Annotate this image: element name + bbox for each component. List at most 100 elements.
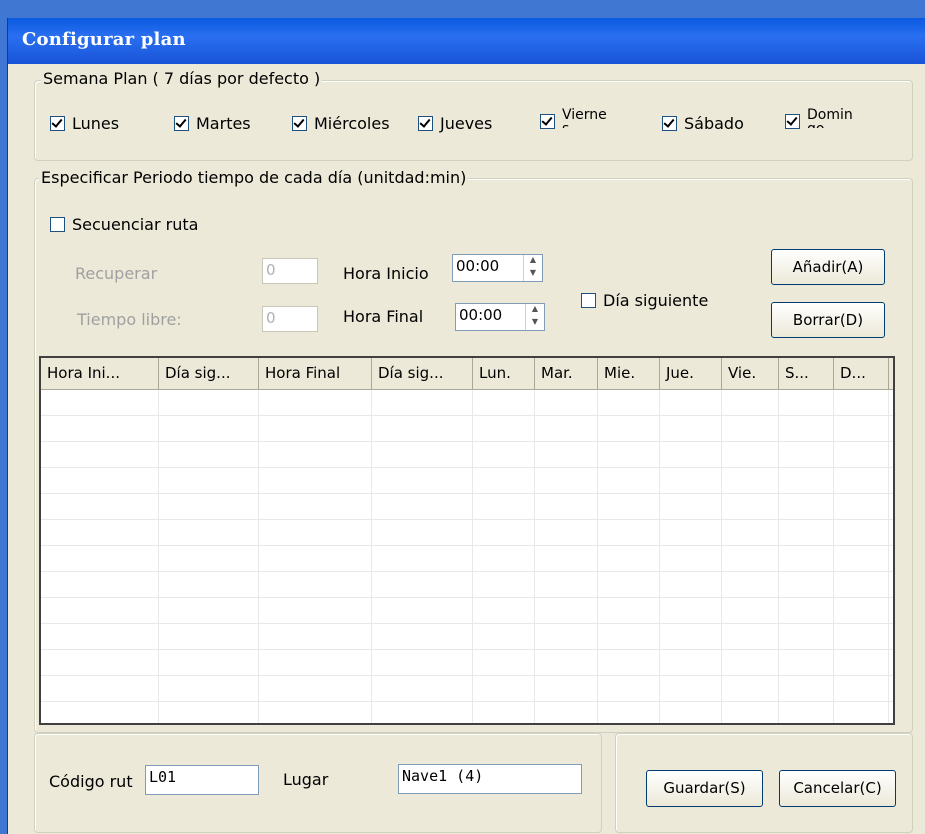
table-cell[interactable] xyxy=(660,494,722,519)
table-cell[interactable] xyxy=(834,676,889,701)
table-cell[interactable] xyxy=(259,572,372,597)
table-cell[interactable] xyxy=(598,494,660,519)
table-cell[interactable] xyxy=(41,494,159,519)
table-cell[interactable] xyxy=(372,650,473,675)
table-cell[interactable] xyxy=(779,390,834,415)
spin-up-icon[interactable]: ▲ xyxy=(524,255,542,268)
table-cell[interactable] xyxy=(535,624,598,649)
schedule-table[interactable]: Hora Ini... Día sig... Hora Final Día si… xyxy=(39,356,895,725)
table-row[interactable] xyxy=(41,468,893,494)
table-cell[interactable] xyxy=(259,442,372,467)
table-cell[interactable] xyxy=(473,624,535,649)
table-cell[interactable] xyxy=(598,572,660,597)
table-cell[interactable] xyxy=(722,572,779,597)
table-cell[interactable] xyxy=(834,572,889,597)
next-day-checkbox[interactable]: Día siguiente xyxy=(581,291,708,310)
table-cell[interactable] xyxy=(598,546,660,571)
table-cell[interactable] xyxy=(473,494,535,519)
table-cell[interactable] xyxy=(779,468,834,493)
table-cell[interactable] xyxy=(598,416,660,441)
checkbox-miercoles[interactable]: Miércoles xyxy=(292,114,390,133)
table-row[interactable] xyxy=(41,520,893,546)
table-cell[interactable] xyxy=(372,494,473,519)
table-cell[interactable] xyxy=(779,520,834,545)
column-header[interactable]: Vie. xyxy=(722,358,779,389)
table-row[interactable] xyxy=(41,702,893,723)
table-cell[interactable] xyxy=(535,468,598,493)
table-cell[interactable] xyxy=(535,650,598,675)
table-cell[interactable] xyxy=(259,416,372,441)
table-cell[interactable] xyxy=(660,598,722,623)
table-cell[interactable] xyxy=(159,442,259,467)
table-cell[interactable] xyxy=(598,598,660,623)
checkbox-sabado[interactable]: Sábado xyxy=(662,114,744,133)
table-cell[interactable] xyxy=(598,650,660,675)
spin-down-icon[interactable]: ▼ xyxy=(526,317,544,330)
table-cell[interactable] xyxy=(41,520,159,545)
table-cell[interactable] xyxy=(41,416,159,441)
column-header[interactable]: Día sig... xyxy=(372,358,473,389)
table-cell[interactable] xyxy=(159,390,259,415)
table-cell[interactable] xyxy=(722,650,779,675)
sequence-route-box[interactable] xyxy=(50,217,65,232)
table-cell[interactable] xyxy=(473,416,535,441)
checkbox-domingo[interactable]: Domin go xyxy=(785,108,859,129)
table-cell[interactable] xyxy=(660,572,722,597)
end-time-spinner[interactable]: 00:00 ▲ ▼ xyxy=(455,303,545,331)
add-button[interactable]: Añadir(A) xyxy=(771,249,885,285)
delete-button[interactable]: Borrar(D) xyxy=(771,302,885,338)
table-cell[interactable] xyxy=(834,650,889,675)
table-cell[interactable] xyxy=(41,442,159,467)
table-cell[interactable] xyxy=(159,546,259,571)
table-cell[interactable] xyxy=(473,650,535,675)
table-cell[interactable] xyxy=(372,624,473,649)
checkbox-domingo-box[interactable] xyxy=(785,114,800,129)
next-day-box[interactable] xyxy=(581,293,596,308)
table-cell[interactable] xyxy=(372,572,473,597)
table-cell[interactable] xyxy=(473,598,535,623)
table-cell[interactable] xyxy=(259,676,372,701)
table-cell[interactable] xyxy=(779,572,834,597)
table-cell[interactable] xyxy=(41,650,159,675)
table-cell[interactable] xyxy=(660,702,722,723)
table-row[interactable] xyxy=(41,624,893,650)
table-cell[interactable] xyxy=(372,520,473,545)
column-header[interactable]: S... xyxy=(779,358,834,389)
checkbox-lunes[interactable]: Lunes xyxy=(50,114,119,133)
table-cell[interactable] xyxy=(722,624,779,649)
table-row[interactable] xyxy=(41,494,893,520)
table-cell[interactable] xyxy=(159,494,259,519)
table-cell[interactable] xyxy=(779,416,834,441)
checkbox-viernes[interactable]: Vierne s xyxy=(540,108,606,129)
table-cell[interactable] xyxy=(259,494,372,519)
column-header[interactable]: Mie. xyxy=(598,358,660,389)
table-cell[interactable] xyxy=(372,416,473,441)
table-cell[interactable] xyxy=(535,416,598,441)
table-cell[interactable] xyxy=(41,598,159,623)
table-cell[interactable] xyxy=(41,546,159,571)
checkbox-martes[interactable]: Martes xyxy=(174,114,251,133)
table-row[interactable] xyxy=(41,598,893,624)
table-cell[interactable] xyxy=(473,546,535,571)
column-header[interactable]: Hora Ini... xyxy=(41,358,159,389)
table-cell[interactable] xyxy=(535,572,598,597)
checkbox-jueves[interactable]: Jueves xyxy=(418,114,492,133)
table-cell[interactable] xyxy=(159,650,259,675)
column-header[interactable]: Lun. xyxy=(473,358,535,389)
table-cell[interactable] xyxy=(259,702,372,723)
table-cell[interactable] xyxy=(660,390,722,415)
table-cell[interactable] xyxy=(598,676,660,701)
table-cell[interactable] xyxy=(159,702,259,723)
save-button[interactable]: Guardar(S) xyxy=(646,770,763,807)
table-cell[interactable] xyxy=(834,598,889,623)
table-cell[interactable] xyxy=(834,546,889,571)
table-cell[interactable] xyxy=(779,494,834,519)
column-header[interactable]: Jue. xyxy=(660,358,722,389)
table-cell[interactable] xyxy=(159,624,259,649)
table-cell[interactable] xyxy=(159,416,259,441)
table-cell[interactable] xyxy=(722,468,779,493)
table-cell[interactable] xyxy=(598,390,660,415)
column-header[interactable]: D... xyxy=(834,358,889,389)
table-cell[interactable] xyxy=(535,598,598,623)
table-cell[interactable] xyxy=(159,598,259,623)
